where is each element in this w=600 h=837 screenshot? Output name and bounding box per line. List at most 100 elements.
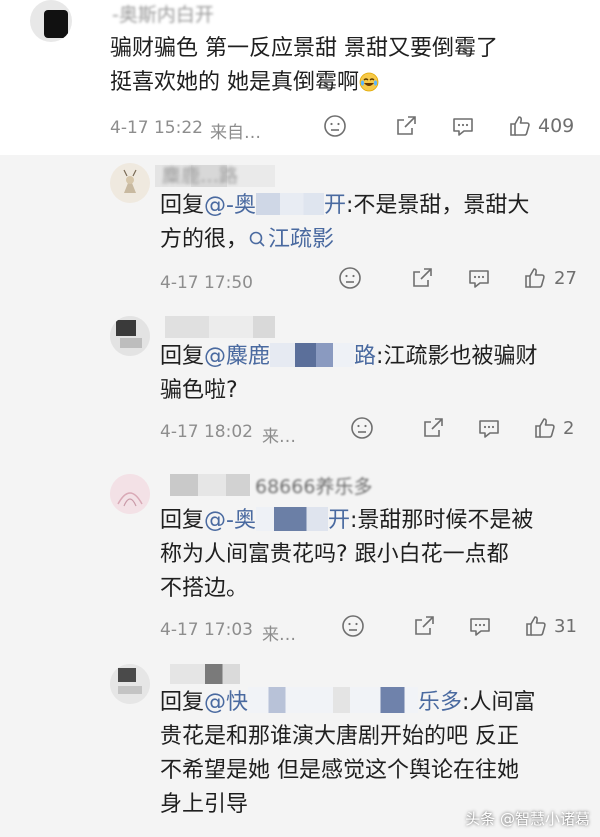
search-icon: [249, 231, 265, 247]
comment-source: 来自…: [210, 123, 261, 143]
comment-icon: [479, 420, 499, 438]
comment-time: 4-17 15:22: [110, 118, 203, 138]
reply-text-line-3: 不希望是她 但是感觉这个舆论在往她: [160, 758, 519, 783]
avatar[interactable]: [110, 316, 150, 356]
like-button[interactable]: 27: [523, 266, 577, 290]
comment-text-line-2-body: 挺喜欢她的 她是真倒霉啊: [110, 70, 359, 95]
reply-prefix: 回复: [160, 508, 205, 533]
reply-source: 来…: [262, 427, 296, 447]
mention-tail[interactable]: 路: [354, 344, 376, 369]
mention-link[interactable]: @-奥: [204, 193, 256, 218]
watermark: 头条 @智慧小诸葛: [465, 810, 590, 828]
reply-prefix: 回复: [160, 193, 205, 218]
like-button[interactable]: 31: [524, 614, 577, 638]
thumbs-up-icon: [525, 268, 545, 288]
share-icon: [397, 116, 416, 135]
reply-username[interactable]: 麋鹿…路: [162, 161, 238, 188]
reply-body-1: :景甜那时候不是被: [349, 508, 534, 533]
topic-label: 江疏影: [268, 227, 335, 252]
reply-text-line-2: 称为人间富贵花吗? 跟小白花一点都: [160, 542, 509, 567]
share-icon: [424, 418, 443, 437]
reply-body-2: 方的很，: [160, 227, 249, 252]
mention-tail[interactable]: 开: [324, 193, 346, 218]
thumbs-up-icon: [510, 116, 530, 136]
share-button[interactable]: [421, 416, 445, 440]
reply-time: 4-17 18:02: [160, 422, 253, 442]
dislike-button[interactable]: [341, 614, 365, 638]
reply-text-line-3: 不搭边。: [160, 576, 249, 601]
avatar-mosaic-icon: [110, 664, 150, 704]
share-icon: [413, 268, 432, 287]
comment-button[interactable]: [451, 114, 475, 138]
mention-tail[interactable]: 开: [328, 508, 350, 533]
comment-button[interactable]: [477, 416, 501, 440]
dislike-button[interactable]: [323, 114, 347, 138]
reply-body-1: :不是景甜，景甜大: [345, 193, 530, 218]
comment-text-line-1: 骗财骗色 第一反应景甜 景甜又要倒霉了: [110, 36, 498, 61]
username-mosaic: [165, 316, 275, 338]
username-mosaic: [170, 664, 240, 684]
share-button[interactable]: [412, 614, 436, 638]
topic-link[interactable]: 江疏影: [248, 227, 334, 252]
avatar[interactable]: [30, 0, 72, 42]
dislike-icon: [324, 115, 346, 137]
reply-text-line-1: 回复@-奥 开:不是景甜，景甜大: [160, 189, 529, 223]
reply-item: 回复@麋鹿 路:江疏影也被骗财 骗色啦? 4-17 18:02 来… 2: [0, 308, 600, 466]
comment-username[interactable]: -奥斯内白开: [112, 0, 214, 27]
thumbs-up-icon: [535, 418, 555, 438]
reply-body-1: :人间富: [462, 690, 536, 715]
dislike-icon: [339, 267, 361, 289]
like-button[interactable]: 409: [508, 114, 574, 138]
username-mosaic: [170, 474, 250, 496]
reply-text-line-2: 贵花是和那谁演大唐剧开始的吧 反正: [160, 724, 519, 749]
dislike-button[interactable]: [350, 416, 374, 440]
share-button[interactable]: [394, 114, 418, 138]
like-count: 31: [554, 615, 577, 637]
like-count: 409: [538, 115, 575, 137]
reply-prefix: 回复: [160, 690, 205, 715]
crying-laughing-emoji: [359, 72, 379, 92]
reply-text-line-2: 方的很， 江疏影: [160, 223, 334, 257]
dislike-icon: [342, 615, 364, 637]
comment-text-line-2: 挺喜欢她的 她是真倒霉啊: [110, 66, 379, 100]
main-comment: -奥斯内白开 骗财骗色 第一反应景甜 景甜又要倒霉了 挺喜欢她的 她是真倒霉啊 …: [0, 0, 600, 155]
mention-tail[interactable]: 乐多: [418, 690, 462, 715]
comment-button[interactable]: [467, 266, 491, 290]
avatar[interactable]: [110, 474, 150, 514]
mention-mosaic: [270, 343, 355, 367]
comment-icon: [469, 270, 489, 288]
floral-avatar-icon: [110, 474, 150, 514]
comment-button[interactable]: [468, 614, 492, 638]
reply-item: 麋鹿…路 回复@-奥 开:不是景甜，景甜大 方的很， 江疏影 4-17 17:50: [0, 155, 600, 308]
reply-text-line-1: 回复@-奥 开:景甜那时候不是被: [160, 504, 533, 538]
thumbs-up-icon: [526, 616, 546, 636]
reply-username[interactable]: 68666养乐多: [255, 472, 372, 499]
comment-icon: [453, 118, 473, 136]
reply-text-line-4: 身上引导: [160, 792, 249, 817]
like-count: 2: [563, 417, 575, 439]
reply-body-1: :江疏影也被骗财: [376, 344, 538, 369]
reply-item: 68666养乐多 回复@-奥 开:景甜那时候不是被 称为人间富贵花吗? 跟小白花一…: [0, 466, 600, 656]
mention-mosaic: [255, 507, 328, 531]
reply-prefix: 回复: [160, 344, 205, 369]
reply-time: 4-17 17:03: [160, 620, 253, 640]
share-button[interactable]: [410, 266, 434, 290]
deer-avatar-icon: [110, 163, 150, 203]
avatar[interactable]: [110, 163, 150, 203]
mention-link[interactable]: @麋鹿: [204, 344, 270, 369]
share-icon: [415, 616, 434, 635]
mention-link[interactable]: @快: [204, 690, 248, 715]
reply-text-line-2: 骗色啦?: [160, 378, 238, 403]
mention-mosaic: [255, 193, 324, 215]
avatar[interactable]: [110, 664, 150, 704]
reply-source: 来…: [262, 625, 296, 645]
dislike-button[interactable]: [338, 266, 362, 290]
mention-link[interactable]: @-奥: [204, 508, 256, 533]
reply-time: 4-17 17:50: [160, 273, 253, 293]
reply-text-line-1: 回复@麋鹿 路:江疏影也被骗财: [160, 340, 537, 374]
reply-text-line-1: 回复@快 乐多:人间富: [160, 686, 535, 720]
mention-mosaic: [248, 687, 419, 713]
like-button[interactable]: 2: [533, 416, 574, 440]
dislike-icon: [351, 417, 373, 439]
like-count: 27: [554, 267, 577, 289]
